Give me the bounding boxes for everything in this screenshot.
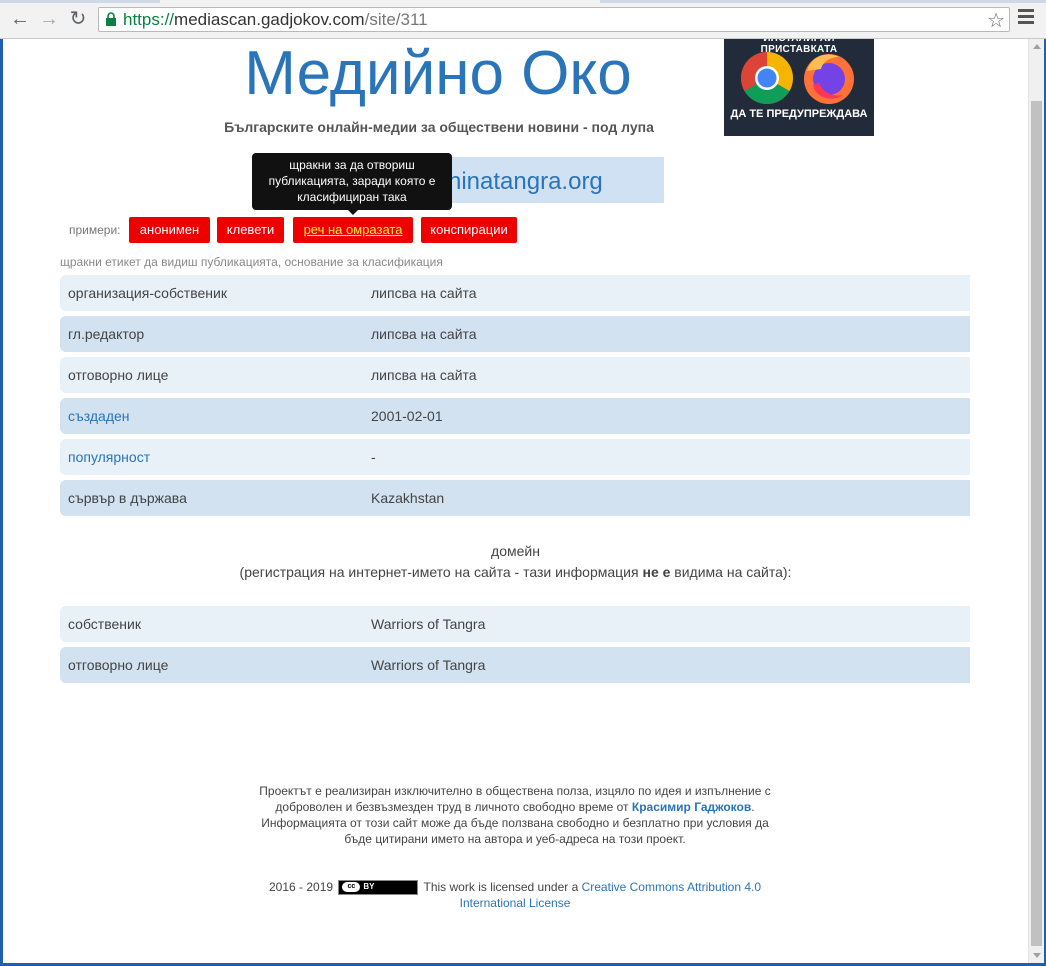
- tag-tooltip: щракни за да отвориш публикацията, зарад…: [252, 153, 452, 210]
- reload-icon[interactable]: ↻: [67, 8, 89, 30]
- firefox-logo-icon: [804, 54, 854, 104]
- info-row-value: липсва на сайта: [371, 367, 477, 383]
- examples-label: примери:: [69, 223, 121, 237]
- license-text: This work is licensed under a: [423, 880, 579, 894]
- info-row-key-link[interactable]: популярност: [68, 449, 150, 465]
- info-row-value: Kazakhstan: [371, 490, 445, 506]
- page-viewport: Медийно Око Българските онлайн-медии за …: [3, 39, 1028, 963]
- domain-row-key: отговорно лице: [68, 657, 169, 673]
- tag-hate-speech[interactable]: реч на омразата: [293, 217, 413, 243]
- author-link[interactable]: Красимир Гаджоков: [632, 800, 751, 814]
- browser-toolbar: ← → ↻ https://mediascan.gadjokov.com/sit…: [0, 0, 1046, 39]
- tab-edge: [600, 0, 1046, 3]
- back-icon[interactable]: ←: [9, 8, 31, 30]
- domain-row-responsible: отговорно лице Warriors of Tangra: [60, 647, 970, 683]
- info-row-value: -: [371, 449, 376, 465]
- extension-banner[interactable]: ИНСТАЛИРАЙ ПРИСТАВКАТА ДА ТЕ ПРЕДУПРЕЖДА…: [724, 39, 874, 136]
- url-text: https://mediascan.gadjokov.com/site/311: [123, 10, 428, 29]
- info-row-responsible: отговорно лице липсва на сайта: [60, 357, 970, 393]
- tab-edge: [0, 0, 160, 3]
- footer-text: Проектът е реализиран изключително в общ…: [259, 784, 771, 846]
- info-row-key: сървър в държава: [68, 490, 187, 506]
- domain-row-value: Warriors of Tangra: [371, 657, 486, 673]
- tag-conspiracies[interactable]: конспирации: [421, 217, 517, 243]
- info-row-popularity: популярност -: [60, 439, 970, 475]
- info-row-key: отговорно лице: [68, 367, 169, 383]
- address-bar[interactable]: https://mediascan.gadjokov.com/site/311 …: [98, 7, 1010, 32]
- extension-banner-bottom: ДА ТЕ ПРЕДУПРЕЖДАВА: [730, 108, 868, 120]
- lock-icon: [106, 12, 116, 26]
- info-row-value: липсва на сайта: [371, 285, 477, 301]
- domain-heading-note: (регистрация на интернет-името на сайта …: [239, 564, 792, 580]
- domain-row-key: собственик: [68, 616, 141, 632]
- domain-row-owner: собственик Warriors of Tangra: [60, 606, 970, 642]
- info-row-created: създаден 2001-02-01: [60, 398, 970, 434]
- site-domain[interactable]: ninatangra.org: [448, 168, 603, 196]
- tooltip-arrow: [347, 209, 359, 215]
- cc-by-badge-icon[interactable]: cc BY: [338, 880, 419, 896]
- tag-anonymous[interactable]: анонимен: [129, 217, 210, 243]
- scrollbar-thumb[interactable]: [1031, 101, 1042, 946]
- copyright-years: 2016 - 2019: [268, 880, 334, 894]
- scroll-down-icon[interactable]: [1033, 953, 1041, 958]
- domain-row-value: Warriors of Tangra: [371, 616, 486, 632]
- domain-section-heading: домейн (регистрация на интернет-името на…: [3, 541, 1028, 583]
- license-block: 2016 - 2019 cc BY This work is licensed u…: [253, 879, 777, 911]
- domain-heading-title: домейн: [491, 543, 540, 559]
- info-row-value: липсва на сайта: [371, 326, 477, 342]
- info-row-key-link[interactable]: създаден: [68, 408, 130, 424]
- info-row-value: 2001-02-01: [371, 408, 443, 424]
- footer-line2: Информацията от този сайт може да бъде п…: [261, 816, 769, 846]
- browser-menu-icon[interactable]: [1018, 9, 1034, 27]
- info-row-server-country: сървър в държава Kazakhstan: [60, 480, 970, 516]
- scroll-up-icon[interactable]: [1033, 44, 1041, 49]
- info-row-key: организация-собственик: [68, 285, 227, 301]
- tag-slander[interactable]: клевети: [217, 217, 284, 243]
- bookmark-star-icon[interactable]: ☆: [987, 8, 1005, 33]
- page-title[interactable]: Медийно Око: [203, 39, 673, 109]
- forward-icon[interactable]: →: [38, 8, 60, 30]
- info-row-key: гл.редактор: [68, 326, 145, 342]
- site-tagline: Българските онлайн-медии за обществени н…: [224, 119, 654, 135]
- page-scrollbar[interactable]: [1028, 39, 1044, 963]
- info-row-editor: гл.редактор липсва на сайта: [60, 316, 970, 352]
- chrome-logo-icon: [741, 52, 793, 104]
- tags-hint: щракни етикет да видиш публикацията, осн…: [60, 255, 443, 269]
- info-row-owner-org: организация-собственик липсва на сайта: [60, 275, 970, 311]
